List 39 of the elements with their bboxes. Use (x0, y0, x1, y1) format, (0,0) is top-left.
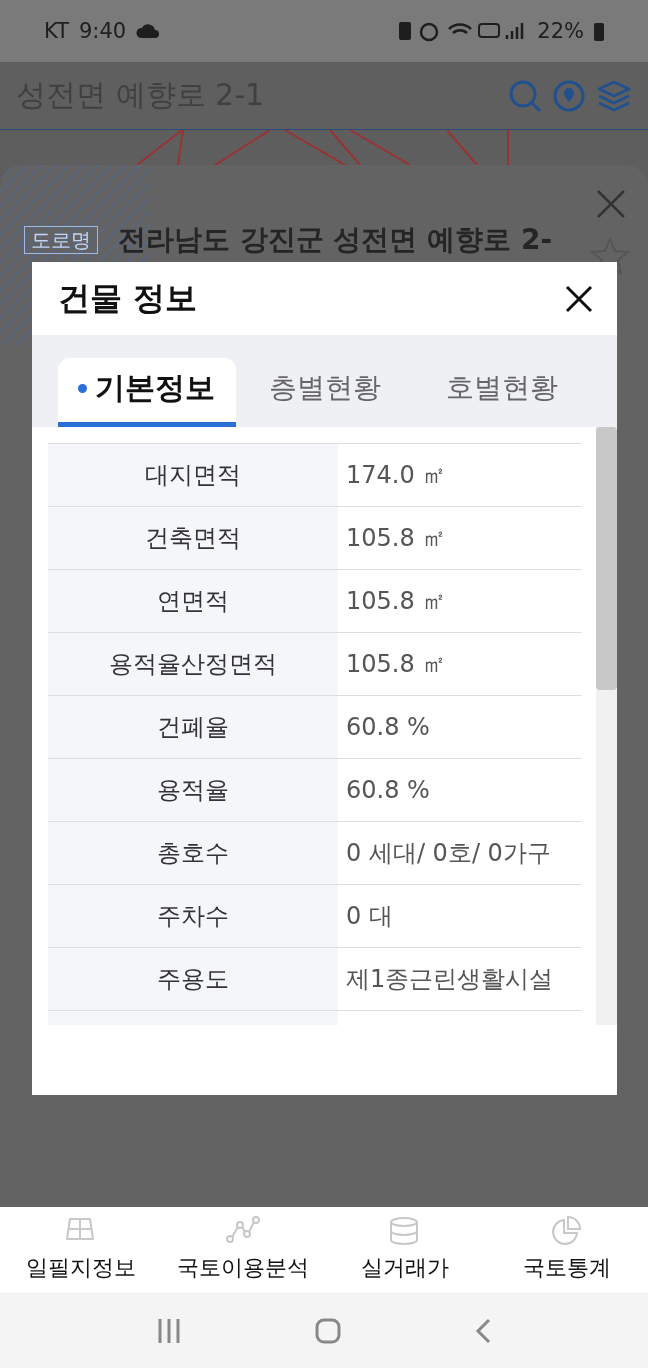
clock-time: 9:40 (78, 19, 127, 43)
carrier-label: KT (44, 19, 69, 43)
road-name-badge: 도로명 (24, 226, 98, 254)
back-icon[interactable] (475, 1318, 491, 1344)
pie-chart-icon (550, 1215, 584, 1247)
info-tab[interactable]: 기본정보 (58, 358, 236, 427)
recent-apps-icon[interactable] (157, 1318, 181, 1344)
info-tab[interactable]: 호별현황 (413, 358, 591, 427)
field-label: 연면적 (48, 570, 338, 632)
field-label: 용적율산정면적 (48, 633, 338, 695)
cloud-icon (136, 24, 161, 38)
full-address: 전라남도 강진군 성전면 예향로 2- (118, 222, 553, 258)
dialog-title: 건물 정보 (58, 277, 199, 319)
field-value: 제1종근린생활시설 (345, 964, 555, 995)
battery-percent: 22% (537, 19, 584, 43)
nav-tab[interactable]: 국토통계 (486, 1207, 648, 1293)
field-label: 주용도 (48, 948, 338, 1010)
nav-tab[interactable]: 일필지정보 (0, 1207, 162, 1293)
field-value: 105.8 ㎡ (345, 649, 448, 680)
field-value: 174.0 ㎡ (345, 460, 448, 491)
field-value: 0 대 (345, 901, 394, 932)
battery-icon (594, 21, 604, 41)
home-icon[interactable] (315, 1318, 341, 1344)
field-value: 60.8 % (345, 775, 431, 806)
nav-tab[interactable]: 실거래가 (324, 1207, 486, 1293)
field-value: 105.8 ㎡ (345, 523, 448, 554)
field-label: 건폐율 (48, 696, 338, 758)
scrollbar-thumb[interactable] (596, 427, 617, 690)
info-tab[interactable]: 층별현황 (235, 358, 414, 427)
field-label: 용적율 (48, 759, 338, 821)
field-value: 60.8 % (345, 712, 431, 743)
close-icon[interactable] (565, 284, 593, 313)
field-label: 총호수 (48, 822, 338, 884)
field-value: 105.8 ㎡ (345, 586, 448, 617)
nav-tab[interactable]: 국토이용분석 (162, 1207, 324, 1293)
field-value: 0 세대/ 0호/ 0가구 (345, 838, 552, 869)
field-label: 대지면적 (48, 444, 338, 506)
field-label: 주차수 (48, 885, 338, 947)
field-label: 건축면적 (48, 507, 338, 569)
